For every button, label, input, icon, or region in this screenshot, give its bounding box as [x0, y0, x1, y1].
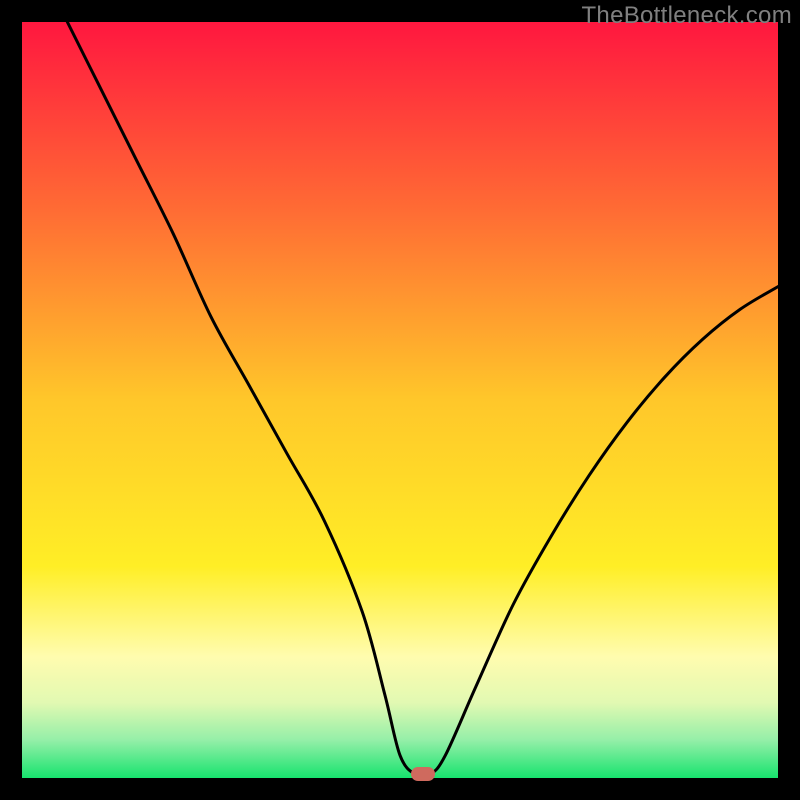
- chart-svg: [22, 22, 778, 778]
- chart-frame: TheBottleneck.com: [0, 0, 800, 800]
- plot-area: [22, 22, 778, 778]
- gradient-background: [22, 22, 778, 778]
- optimum-marker: [411, 767, 435, 781]
- watermark-text: TheBottleneck.com: [581, 2, 792, 30]
